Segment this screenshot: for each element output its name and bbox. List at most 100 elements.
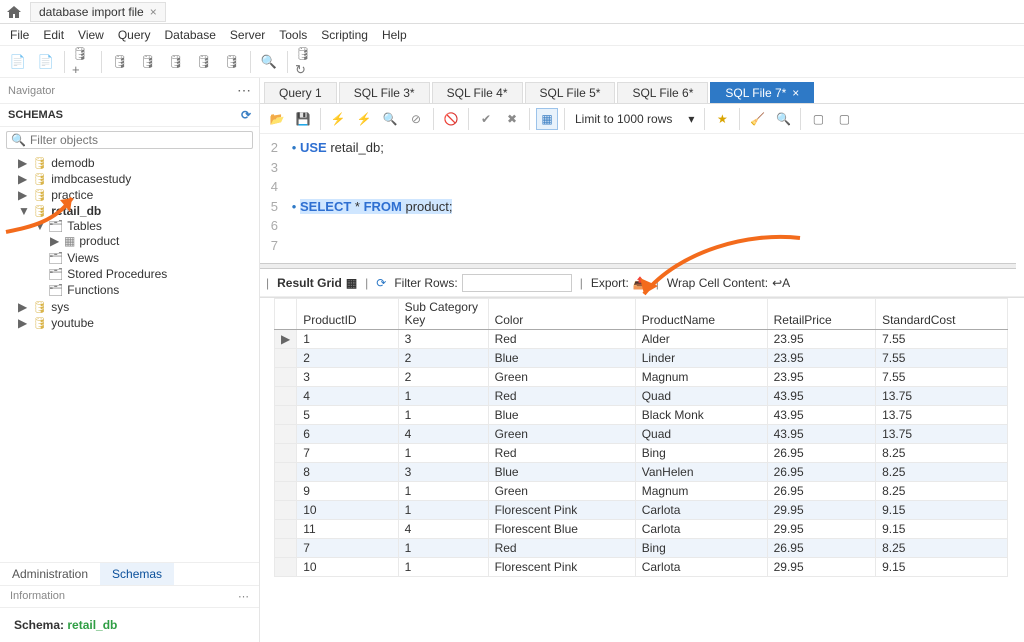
row-selector[interactable]: [275, 406, 297, 425]
tab-sqlfile6[interactable]: SQL File 6*: [617, 82, 708, 103]
table-row[interactable]: 114Florescent BlueCarlota29.959.15: [275, 520, 1008, 539]
col-productname[interactable]: ProductName: [635, 299, 767, 330]
table-row[interactable]: 22BlueLinder23.957.55: [275, 349, 1008, 368]
menu-view[interactable]: View: [78, 28, 104, 42]
cell-sck[interactable]: 1: [398, 482, 488, 501]
cell-pname[interactable]: VanHelen: [635, 463, 767, 482]
refresh-icon[interactable]: ⟳: [241, 108, 251, 122]
menu-scripting[interactable]: Scripting: [321, 28, 368, 42]
cell-rprice[interactable]: 23.95: [767, 368, 875, 387]
row-selector[interactable]: [275, 558, 297, 577]
cell-pid[interactable]: 2: [297, 349, 398, 368]
cell-scost[interactable]: 9.15: [876, 501, 1008, 520]
cell-rprice[interactable]: 29.95: [767, 501, 875, 520]
add-schema-icon[interactable]: 🛢+: [71, 50, 95, 74]
tab-administration[interactable]: Administration: [0, 563, 100, 585]
cell-sck[interactable]: 2: [398, 368, 488, 387]
table-row[interactable]: 51BlueBlack Monk43.9513.75: [275, 406, 1008, 425]
limit-rows[interactable]: Limit to 1000 rows▾: [571, 112, 698, 126]
cell-rprice[interactable]: 26.95: [767, 463, 875, 482]
cell-rprice[interactable]: 26.95: [767, 539, 875, 558]
table-row[interactable]: 64GreenQuad43.9513.75: [275, 425, 1008, 444]
export-icon[interactable]: 📤: [633, 276, 648, 290]
cell-pname[interactable]: Carlota: [635, 558, 767, 577]
folder-views[interactable]: Views: [67, 251, 99, 265]
table-row[interactable]: 91GreenMagnum26.958.25: [275, 482, 1008, 501]
cell-sck[interactable]: 1: [398, 558, 488, 577]
row-selector[interactable]: [275, 463, 297, 482]
cell-pid[interactable]: 1: [297, 330, 398, 349]
col-subcategorykey[interactable]: Sub Category Key: [398, 299, 488, 330]
stop-error-icon[interactable]: 🚫: [440, 108, 462, 130]
search-icon[interactable]: 🔍: [257, 50, 281, 74]
row-selector[interactable]: [275, 539, 297, 558]
execute-icon[interactable]: ⚡: [327, 108, 349, 130]
cell-scost[interactable]: 8.25: [876, 444, 1008, 463]
cell-pid[interactable]: 7: [297, 539, 398, 558]
cell-color[interactable]: Blue: [488, 406, 635, 425]
cell-color[interactable]: Blue: [488, 349, 635, 368]
close-icon[interactable]: ×: [792, 86, 799, 100]
refresh-results[interactable]: ⟳: [376, 276, 386, 290]
cell-rprice[interactable]: 43.95: [767, 387, 875, 406]
menu-server[interactable]: Server: [230, 28, 265, 42]
panel-collapse-icon[interactable]: ⋯: [238, 590, 249, 603]
cell-scost[interactable]: 13.75: [876, 387, 1008, 406]
cell-sck[interactable]: 3: [398, 463, 488, 482]
db-model-icon[interactable]: 🛢: [136, 50, 160, 74]
row-selector[interactable]: [275, 387, 297, 406]
filter-input[interactable]: [30, 133, 248, 147]
cell-pname[interactable]: Quad: [635, 387, 767, 406]
cell-color[interactable]: Florescent Blue: [488, 520, 635, 539]
filter-rows-input[interactable]: [462, 274, 572, 292]
cell-rprice[interactable]: 23.95: [767, 349, 875, 368]
tab-sqlfile7[interactable]: SQL File 7*×: [710, 82, 814, 103]
row-selector[interactable]: [275, 349, 297, 368]
cell-pname[interactable]: Magnum: [635, 482, 767, 501]
cell-color[interactable]: Red: [488, 539, 635, 558]
db-retail-db[interactable]: retail_db: [51, 204, 101, 218]
cell-sck[interactable]: 2: [398, 349, 488, 368]
cell-pid[interactable]: 5: [297, 406, 398, 425]
cell-color[interactable]: Green: [488, 368, 635, 387]
db-icon[interactable]: 🛢: [108, 50, 132, 74]
cell-color[interactable]: Green: [488, 425, 635, 444]
table-row[interactable]: 32GreenMagnum23.957.55: [275, 368, 1008, 387]
cell-scost[interactable]: 7.55: [876, 330, 1008, 349]
tab-sqlfile5[interactable]: SQL File 5*: [525, 82, 616, 103]
execute-line-icon[interactable]: ⚡: [353, 108, 375, 130]
tab-sqlfile3[interactable]: SQL File 3*: [339, 82, 430, 103]
cell-color[interactable]: Florescent Pink: [488, 501, 635, 520]
cell-pname[interactable]: Carlota: [635, 501, 767, 520]
new-sql-file-icon[interactable]: 📄: [34, 50, 58, 74]
table-row[interactable]: 101Florescent PinkCarlota29.959.15: [275, 558, 1008, 577]
toggle-panel2-icon[interactable]: ▢: [833, 108, 855, 130]
db-sync-icon[interactable]: 🛢: [164, 50, 188, 74]
cell-pname[interactable]: Alder: [635, 330, 767, 349]
result-grid[interactable]: ProductID Sub Category Key Color Product…: [260, 297, 1024, 642]
db-sys[interactable]: sys: [51, 300, 69, 314]
cell-pname[interactable]: Carlota: [635, 520, 767, 539]
cell-color[interactable]: Red: [488, 387, 635, 406]
toggle-panel1-icon[interactable]: ▢: [807, 108, 829, 130]
db-rev-icon[interactable]: 🛢: [192, 50, 216, 74]
menu-edit[interactable]: Edit: [43, 28, 64, 42]
table-row[interactable]: 41RedQuad43.9513.75: [275, 387, 1008, 406]
menu-database[interactable]: Database: [165, 28, 216, 42]
cell-sck[interactable]: 1: [398, 539, 488, 558]
cell-rprice[interactable]: 29.95: [767, 558, 875, 577]
row-selector[interactable]: [275, 482, 297, 501]
panel-collapse-icon[interactable]: ⋯: [237, 82, 251, 99]
cell-pid[interactable]: 4: [297, 387, 398, 406]
close-icon[interactable]: ×: [150, 5, 157, 19]
db-practice[interactable]: practice: [51, 188, 93, 202]
row-selector[interactable]: [275, 501, 297, 520]
cell-pid[interactable]: 10: [297, 558, 398, 577]
cell-scost[interactable]: 8.25: [876, 463, 1008, 482]
col-productid[interactable]: ProductID: [297, 299, 398, 330]
cell-scost[interactable]: 9.15: [876, 520, 1008, 539]
new-sql-tab-icon[interactable]: 📄: [6, 50, 30, 74]
cell-scost[interactable]: 8.25: [876, 539, 1008, 558]
cell-sck[interactable]: 4: [398, 520, 488, 539]
table-row[interactable]: 71RedBing26.958.25: [275, 444, 1008, 463]
